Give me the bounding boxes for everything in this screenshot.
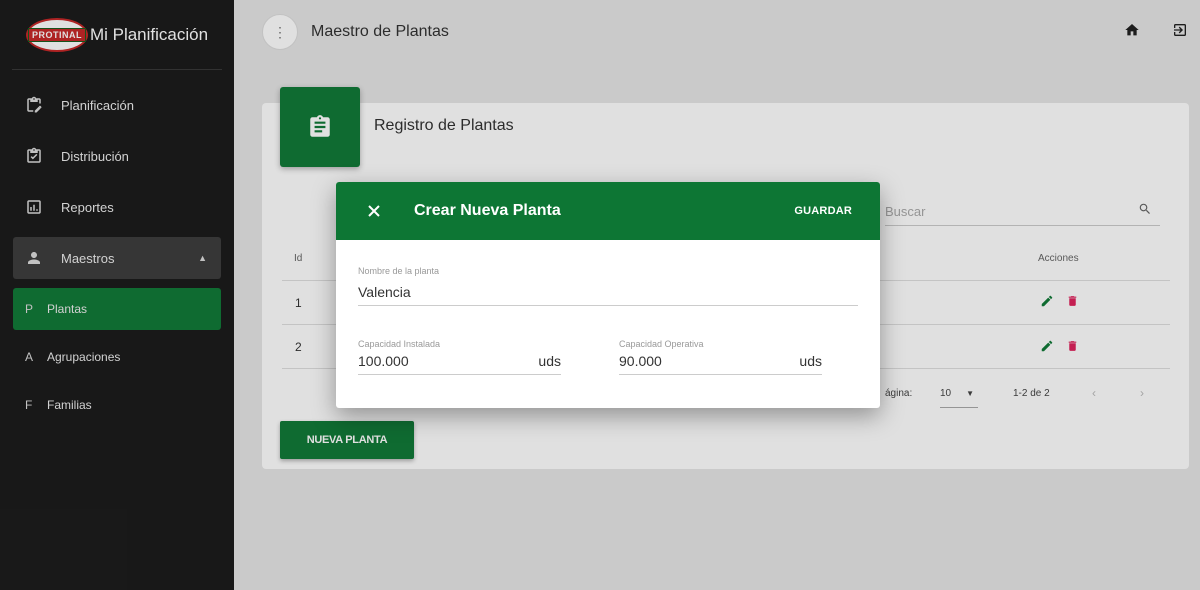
field-value: 100.000 xyxy=(358,353,409,369)
crear-planta-dialog: Crear Nueva Planta GUARDAR Nombre de la … xyxy=(336,182,880,408)
field-value: 90.000 xyxy=(619,353,662,369)
field-unit: uds xyxy=(538,353,561,369)
field-label: Nombre de la planta xyxy=(358,266,440,276)
field-label: Capacidad Operativa xyxy=(619,339,704,349)
nombre-planta-field[interactable]: Nombre de la planta Valencia xyxy=(358,266,858,306)
field-unit: uds xyxy=(799,353,822,369)
capacidad-instalada-field[interactable]: Capacidad Instalada 100.000 uds xyxy=(358,339,561,375)
close-icon[interactable] xyxy=(366,203,382,219)
field-label: Capacidad Instalada xyxy=(358,339,441,349)
guardar-button[interactable]: GUARDAR xyxy=(794,205,852,217)
capacidad-operativa-field[interactable]: Capacidad Operativa 90.000 uds xyxy=(619,339,822,375)
field-value: Valencia xyxy=(358,284,411,300)
dialog-title: Crear Nueva Planta xyxy=(414,202,561,219)
dialog-header: Crear Nueva Planta GUARDAR xyxy=(336,182,880,240)
